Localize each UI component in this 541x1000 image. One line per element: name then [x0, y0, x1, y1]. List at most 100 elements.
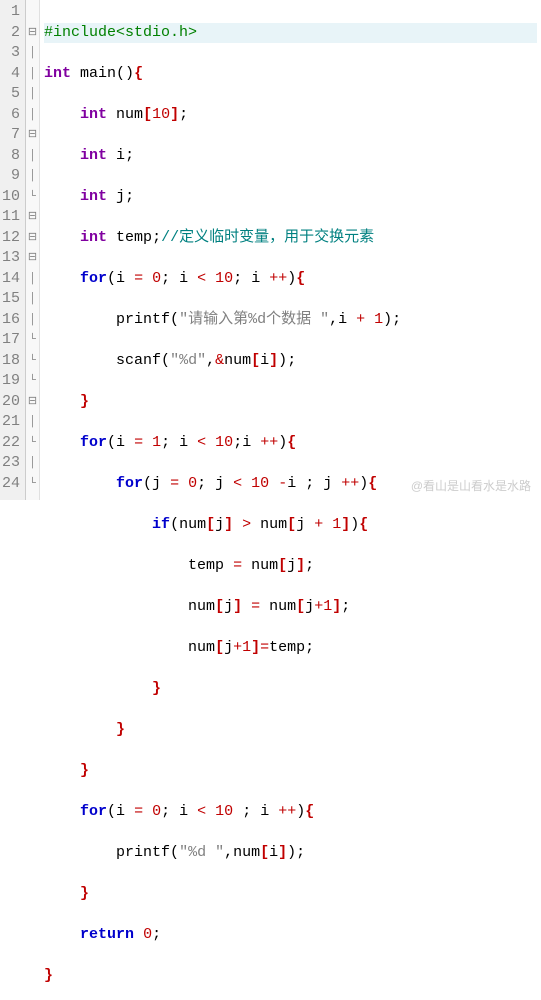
line-number: 14	[2, 269, 20, 290]
fold-guide: │	[26, 310, 39, 331]
function-call: printf	[116, 311, 170, 328]
code-line[interactable]: int i;	[44, 146, 537, 167]
code-editor[interactable]: 123456789101112131415161718192021222324 …	[0, 0, 541, 500]
code-line[interactable]: }	[44, 966, 537, 987]
line-number: 24	[2, 474, 20, 495]
line-number: 6	[2, 105, 20, 126]
code-line[interactable]: }	[44, 392, 537, 413]
line-number: 3	[2, 43, 20, 64]
code-line[interactable]: printf("请输入第%d个数据 ",i + 1);	[44, 310, 537, 331]
line-number: 23	[2, 453, 20, 474]
string: "%d"	[170, 352, 206, 369]
keyword: if	[152, 516, 170, 533]
function-call: scanf	[116, 352, 161, 369]
brace: }	[116, 721, 125, 738]
code-line[interactable]: for(i = 1; i < 10;i ++){	[44, 433, 537, 454]
keyword: int	[80, 106, 107, 123]
number: 10	[152, 106, 170, 123]
keyword: for	[80, 803, 107, 820]
function-name: main	[71, 65, 116, 82]
fold-toggle-icon[interactable]: ⊟	[26, 125, 39, 146]
code-line[interactable]: temp = num[j];	[44, 556, 537, 577]
fold-toggle-icon[interactable]: ⊟	[26, 248, 39, 269]
keyword: return	[80, 926, 134, 943]
fold-guide: └	[26, 474, 39, 495]
code-line[interactable]: return 0;	[44, 925, 537, 946]
fold-toggle-icon[interactable]: ⊟	[26, 23, 39, 44]
code-line[interactable]: }	[44, 884, 537, 905]
line-number: 22	[2, 433, 20, 454]
code-line[interactable]: int main(){	[44, 64, 537, 85]
fold-guide: │	[26, 453, 39, 474]
line-number: 4	[2, 64, 20, 85]
code-line[interactable]: int j;	[44, 187, 537, 208]
line-number-gutter: 123456789101112131415161718192021222324	[0, 0, 26, 500]
fold-guide: │	[26, 269, 39, 290]
code-line[interactable]: if(num[j] > num[j + 1]){	[44, 515, 537, 536]
brace: }	[80, 393, 89, 410]
fold-guide: │	[26, 166, 39, 187]
code-line[interactable]: int num[10];	[44, 105, 537, 126]
fold-guide: │	[26, 289, 39, 310]
line-number: 15	[2, 289, 20, 310]
code-line[interactable]: #include<stdio.h>	[44, 23, 537, 44]
keyword: for	[80, 270, 107, 287]
brace: }	[80, 762, 89, 779]
line-number: 20	[2, 392, 20, 413]
comment: //定义临时变量，用于交换元素	[161, 229, 374, 246]
line-number: 18	[2, 351, 20, 372]
line-number: 1	[2, 2, 20, 23]
brace: {	[134, 65, 143, 82]
code-line[interactable]: int temp;//定义临时变量，用于交换元素	[44, 228, 537, 249]
fold-toggle-icon[interactable]: ⊟	[26, 392, 39, 413]
line-number: 19	[2, 371, 20, 392]
code-line[interactable]: }	[44, 679, 537, 700]
header-name: <stdio.h>	[116, 24, 197, 41]
fold-guide: └	[26, 433, 39, 454]
fold-guide: │	[26, 43, 39, 64]
string: "请输入第%d个数据 "	[179, 311, 329, 328]
code-line[interactable]: scanf("%d",&num[i]);	[44, 351, 537, 372]
fold-guide: └	[26, 351, 39, 372]
function-call: printf	[116, 844, 170, 861]
code-line[interactable]: printf("%d ",num[i]);	[44, 843, 537, 864]
code-line[interactable]: }	[44, 761, 537, 782]
fold-gutter[interactable]: ⊟││││⊟││└⊟⊟⊟│││└└└⊟│└│└	[26, 0, 40, 500]
code-area[interactable]: #include<stdio.h> int main(){ int num[10…	[40, 0, 541, 500]
fold-guide: └	[26, 371, 39, 392]
brace: }	[152, 680, 161, 697]
line-number: 8	[2, 146, 20, 167]
line-number: 10	[2, 187, 20, 208]
fold-guide: └	[26, 187, 39, 208]
fold-guide: │	[26, 105, 39, 126]
code-line[interactable]: num[j] = num[j+1];	[44, 597, 537, 618]
code-line[interactable]: num[j+1]=temp;	[44, 638, 537, 659]
fold-guide: │	[26, 412, 39, 433]
line-number: 9	[2, 166, 20, 187]
keyword: int	[80, 188, 107, 205]
keyword: for	[116, 475, 143, 492]
fold-guide: │	[26, 146, 39, 167]
code-line[interactable]: }	[44, 720, 537, 741]
line-number: 5	[2, 84, 20, 105]
keyword: int	[80, 147, 107, 164]
brace: }	[44, 967, 53, 984]
line-number: 11	[2, 207, 20, 228]
line-number: 2	[2, 23, 20, 44]
fold-guide: │	[26, 84, 39, 105]
code-line[interactable]: for(i = 0; i < 10; i ++){	[44, 269, 537, 290]
line-number: 13	[2, 248, 20, 269]
line-number: 17	[2, 330, 20, 351]
watermark: @看山是山看水是水路	[411, 477, 531, 494]
fold-guide: └	[26, 330, 39, 351]
fold-toggle-icon[interactable]: ⊟	[26, 228, 39, 249]
line-number: 16	[2, 310, 20, 331]
code-line[interactable]: for(i = 0; i < 10 ; i ++){	[44, 802, 537, 823]
string: "%d "	[179, 844, 224, 861]
line-number: 21	[2, 412, 20, 433]
keyword: int	[44, 65, 71, 82]
fold-toggle-icon[interactable]: ⊟	[26, 207, 39, 228]
line-number: 7	[2, 125, 20, 146]
fold-guide: │	[26, 64, 39, 85]
line-number: 12	[2, 228, 20, 249]
